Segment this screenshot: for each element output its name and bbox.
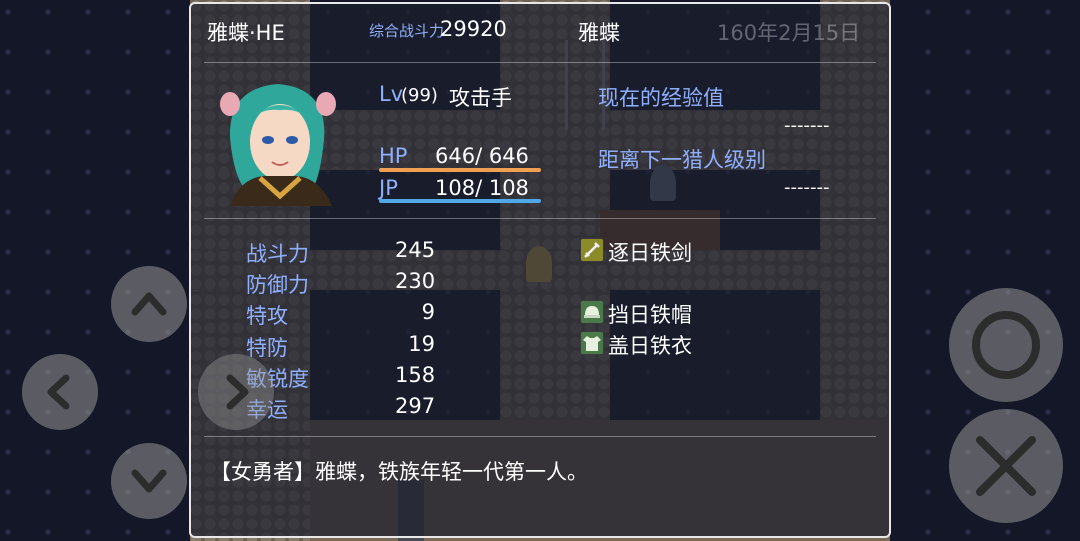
param-label: 特攻 xyxy=(246,304,288,328)
character-profile: 【女勇者】雅蝶，铁族年轻一代第一人。 xyxy=(210,460,588,484)
chevron-right-icon xyxy=(226,374,249,410)
equip-armor[interactable]: 盖日铁衣 xyxy=(608,330,692,360)
param-value: 297 xyxy=(395,394,436,418)
sword-icon xyxy=(580,238,604,262)
divider xyxy=(204,62,876,63)
dpad-right-button[interactable] xyxy=(198,354,274,430)
x-icon xyxy=(976,436,1036,496)
param-value: 245 xyxy=(395,238,436,262)
next-level-label: 距离下一猎人级别 xyxy=(598,148,766,172)
armor-icon xyxy=(580,331,604,355)
character-name: 雅蝶·HE xyxy=(207,21,285,45)
level-value: (99) xyxy=(401,85,438,106)
jp-value: 108/ 108 xyxy=(435,176,529,200)
hp-label: HP xyxy=(379,144,408,168)
dpad-up-button[interactable] xyxy=(111,266,187,342)
next-level-value: ------- xyxy=(784,177,830,198)
param-value: 158 xyxy=(395,363,436,387)
total-power-value: 29920 xyxy=(440,17,507,41)
chevron-up-icon xyxy=(131,292,167,316)
param-value: 19 xyxy=(408,332,435,356)
jp-label: JP xyxy=(379,176,398,200)
jp-bar xyxy=(379,199,541,203)
exp-value: ------- xyxy=(784,115,830,136)
param-label: 防御力 xyxy=(246,273,309,297)
confirm-button[interactable] xyxy=(949,288,1063,402)
character-nickname: 雅蝶 xyxy=(578,21,620,45)
circle-icon xyxy=(972,311,1040,379)
chevron-left-icon xyxy=(47,374,70,410)
hp-value: 646/ 646 xyxy=(435,144,529,168)
character-portrait xyxy=(220,84,336,206)
param-label: 战斗力 xyxy=(246,242,309,266)
equip-weapon[interactable]: 逐日铁剑 xyxy=(608,237,692,267)
total-power-label: 综合战斗力 xyxy=(369,22,445,40)
dpad-left-button[interactable] xyxy=(22,354,98,430)
game-date: 160年2月15日 xyxy=(717,21,861,45)
level-label: Lv xyxy=(379,82,404,106)
param-value: 9 xyxy=(421,300,435,324)
divider xyxy=(204,218,876,219)
helmet-icon xyxy=(580,300,604,324)
hp-bar xyxy=(379,168,541,172)
dpad-down-button[interactable] xyxy=(111,443,187,519)
chevron-down-icon xyxy=(131,469,167,493)
param-value: 230 xyxy=(395,269,436,293)
equip-helmet[interactable]: 挡日铁帽 xyxy=(608,299,692,329)
cancel-button[interactable] xyxy=(949,409,1063,523)
exp-label: 现在的经验值 xyxy=(598,86,724,110)
divider xyxy=(204,436,876,437)
class-name: 攻击手 xyxy=(449,86,512,110)
